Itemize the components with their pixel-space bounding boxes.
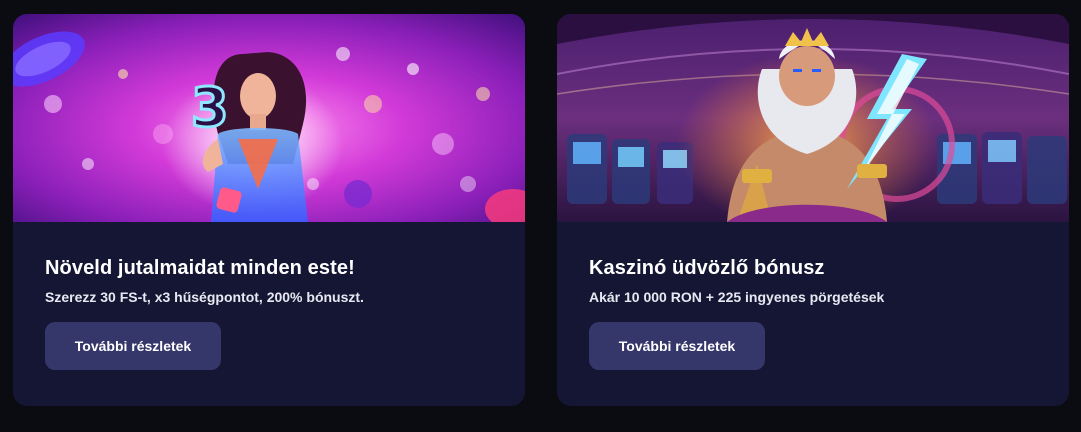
promo-title: Növeld jutalmaidat minden este!: [45, 257, 355, 279]
promo-card-welcome-bonus: Kaszinó üdvözlő bónusz Akár 10 000 RON +…: [557, 14, 1069, 406]
more-details-button[interactable]: További részletek: [45, 322, 221, 370]
banner-number-3: 3: [191, 76, 229, 139]
promo-title: Kaszinó üdvözlő bónusz: [589, 257, 825, 279]
promo-description: Akár 10 000 RON + 225 ingyenes pörgetése…: [589, 289, 885, 305]
promo-description: Szerezz 30 FS-t, x3 hűségpontot, 200% bó…: [45, 289, 364, 305]
promo-card-night-rewards: 3 Növeld jutalmaidat minden este! Szerez…: [13, 14, 525, 406]
promotions-grid: 3 Növeld jutalmaidat minden este! Szerez…: [0, 0, 1081, 432]
neon-casino-illustration: 3: [13, 14, 525, 222]
promo-banner-night-rewards[interactable]: 3: [13, 14, 525, 222]
promo-banner-welcome-bonus[interactable]: [557, 14, 1069, 222]
zeus-casino-illustration: [557, 14, 1069, 222]
promo-content: Növeld jutalmaidat minden este! Szerezz …: [45, 254, 501, 307]
more-details-button[interactable]: További részletek: [589, 322, 765, 370]
promo-content: Kaszinó üdvözlő bónusz Akár 10 000 RON +…: [589, 254, 1045, 307]
